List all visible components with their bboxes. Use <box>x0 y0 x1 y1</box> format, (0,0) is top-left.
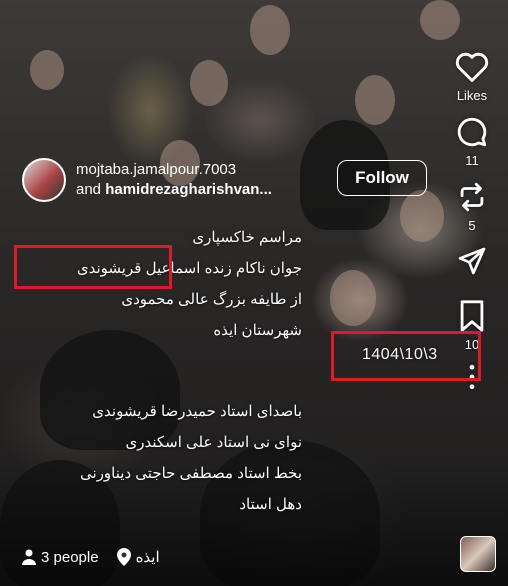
caption-highlight-box <box>14 245 172 289</box>
caption-line-5: باصدای استاد حمیدرضا قریشوندی <box>92 403 302 420</box>
caption-line-8: دهل استاد <box>239 496 302 513</box>
like-button[interactable]: Likes <box>446 50 498 103</box>
likes-label: Likes <box>456 88 488 103</box>
author-username[interactable]: mojtaba.jamalpour.7003 <box>76 160 272 180</box>
bookmark-icon <box>460 300 484 332</box>
caption-line-3: از طایفه بزرگ عالی محمودی <box>121 291 302 308</box>
comment-button[interactable]: 11 <box>446 115 498 168</box>
and-label: and <box>76 181 102 198</box>
reposts-count: 5 <box>468 218 476 233</box>
comments-count: 11 <box>465 153 479 168</box>
post-meta: 3 people ایذه <box>22 548 160 566</box>
location-pin-icon <box>116 548 131 566</box>
date-highlight-box <box>331 331 481 381</box>
audio-thumbnail[interactable] <box>460 536 496 572</box>
person-icon <box>22 549 36 565</box>
coauthor-username[interactable]: hamidrezagharishvan... <box>105 181 272 198</box>
share-button[interactable] <box>446 245 498 277</box>
avatar[interactable] <box>22 158 66 202</box>
repost-icon <box>460 182 484 212</box>
share-icon <box>458 247 486 275</box>
caption-line-7: بخط استاد مصطفی حاجتی دیناورنی <box>80 465 302 482</box>
caption-line-4: شهرستان ایذه <box>213 322 302 339</box>
caption-line-6: نوای نی استاد علی اسکندری <box>125 434 302 451</box>
follow-button[interactable]: Follow <box>337 160 427 196</box>
repost-button[interactable]: 5 <box>446 180 498 233</box>
caption-line-1: مراسم خاکسپاری <box>192 229 302 246</box>
heart-icon <box>455 52 489 82</box>
comment-icon <box>457 117 487 147</box>
author-names: mojtaba.jamalpour.7003 and hamidrezaghar… <box>76 160 272 200</box>
author-row: mojtaba.jamalpour.7003 and hamidrezaghar… <box>22 158 272 202</box>
location-label[interactable]: ایذه <box>136 548 160 566</box>
tagged-people[interactable]: 3 people <box>41 549 99 566</box>
